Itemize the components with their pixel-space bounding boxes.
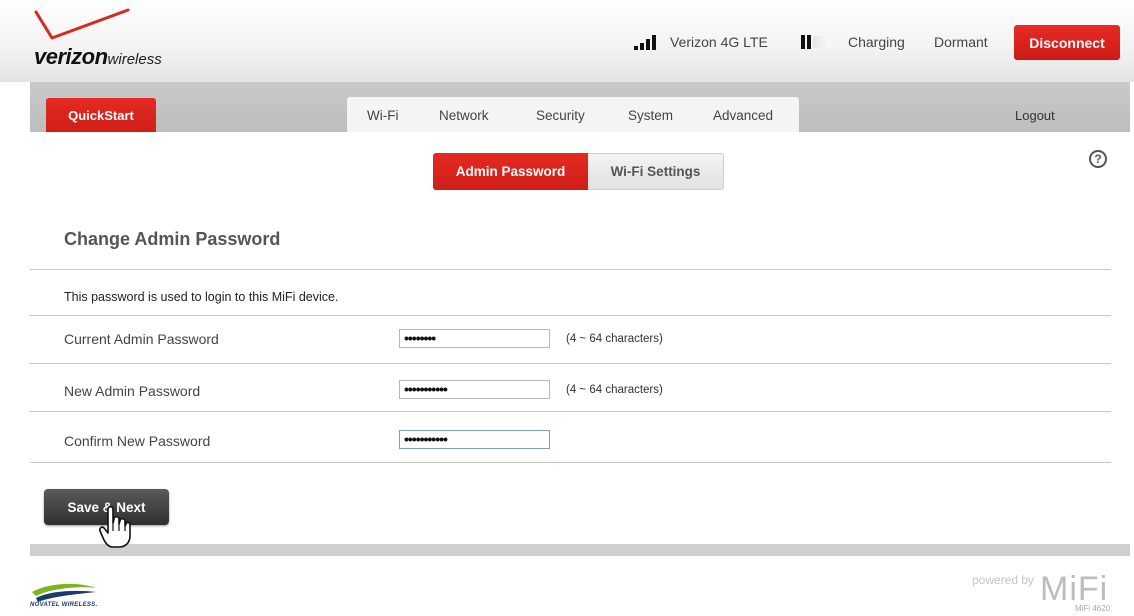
verizon-logo: verizonwireless (32, 8, 192, 69)
hand-pointer-icon (99, 505, 131, 548)
novatel-logo: NOVATEL WIRELESS. (30, 582, 100, 612)
new-password-field[interactable]: ••••••••••• (399, 380, 550, 399)
divider (30, 462, 1111, 463)
current-password-hint: (4 ~ 64 characters) (566, 333, 663, 345)
divider (30, 363, 1111, 364)
form-description: This password is used to login to this M… (64, 290, 339, 304)
logo-brand: verizon (34, 44, 108, 69)
new-password-label: New Admin Password (64, 383, 201, 399)
tab-advanced[interactable]: Advanced (713, 97, 773, 132)
section-title: Change Admin Password (64, 229, 281, 249)
confirm-password-label: Confirm New Password (64, 433, 211, 449)
disconnect-button[interactable]: Disconnect (1014, 25, 1120, 60)
subtab-wifi-settings[interactable]: Wi-Fi Settings (588, 153, 724, 190)
tab-system[interactable]: System (628, 97, 673, 132)
divider (30, 315, 1111, 316)
carrier-name: Verizon 4G LTE (670, 34, 768, 50)
mifi-model: MiFi 4620 (1075, 604, 1111, 613)
novatel-swoosh-icon (32, 583, 96, 602)
header-bar: verizonwireless Verizon 4G LTE Charging … (0, 0, 1134, 82)
logout-link[interactable]: Logout (1015, 108, 1055, 123)
tab-network[interactable]: Network (439, 97, 489, 132)
divider (30, 411, 1111, 412)
quickstart-button[interactable]: QuickStart (46, 98, 156, 132)
powered-by-text: powered by (972, 573, 1035, 587)
tab-wifi[interactable]: Wi-Fi (367, 97, 398, 132)
tab-security[interactable]: Security (536, 97, 585, 132)
connection-status: Dormant (934, 34, 988, 50)
help-icon[interactable]: ? (1089, 150, 1107, 168)
divider (30, 269, 1111, 270)
battery-status: Charging (848, 34, 905, 50)
verizon-checkmark-icon (34, 8, 130, 40)
new-password-hint: (4 ~ 64 characters) (566, 384, 663, 396)
novatel-text: NOVATEL WIRELESS. (30, 602, 98, 608)
confirm-password-field[interactable]: ••••••••••• (399, 430, 550, 449)
current-password-field[interactable]: •••••••• (399, 329, 550, 348)
main-tabs: Wi-Fi Network Security System Advanced (347, 97, 799, 132)
logo-suffix: wireless (107, 51, 162, 68)
signal-bars-icon (634, 34, 660, 50)
current-password-label: Current Admin Password (64, 331, 219, 347)
battery-icon (801, 35, 835, 49)
subtab-admin-password[interactable]: Admin Password (433, 153, 588, 190)
panel-bottom-bar (30, 544, 1130, 556)
